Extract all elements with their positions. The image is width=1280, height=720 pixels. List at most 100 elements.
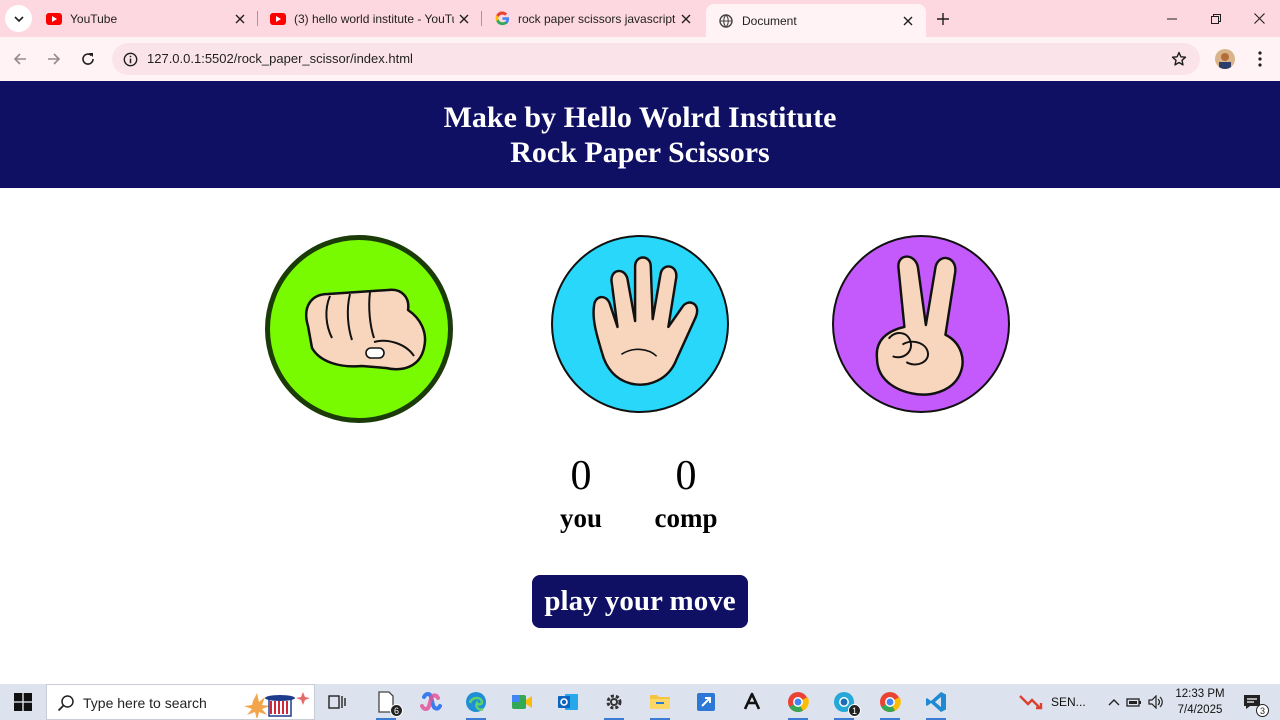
back-button[interactable] (6, 45, 34, 73)
taskbar-chrome[interactable] (876, 688, 904, 720)
taskbar-meet[interactable] (508, 688, 536, 716)
taskbar-outlook[interactable] (554, 688, 582, 716)
start-button[interactable] (0, 684, 45, 720)
taskbar-chrome-profile[interactable] (784, 688, 812, 720)
minimize-icon (1167, 18, 1177, 19)
clock-time: 12:33 PM (1175, 688, 1225, 700)
tray-icons (1105, 684, 1167, 720)
chevron-up-icon[interactable] (1105, 698, 1123, 706)
forward-button[interactable] (40, 45, 68, 73)
comp-score-block: 0 comp (638, 453, 734, 533)
restore-button[interactable] (1194, 0, 1238, 37)
search-highlight-graphic (244, 692, 310, 718)
taskbar-search-box[interactable]: Type here to search (46, 684, 315, 720)
chrome-icon (788, 692, 809, 713)
open-hand-icon (592, 256, 699, 386)
taskbar-app-blue[interactable] (692, 688, 720, 716)
search-icon (57, 695, 74, 712)
stock-chart-icon (1019, 695, 1043, 710)
kebab-menu-icon (1258, 51, 1262, 67)
text-app-icon (743, 692, 761, 710)
user-score: 0 (570, 453, 592, 499)
battery-icon[interactable] (1123, 696, 1145, 708)
weather-text: SEN... (1051, 695, 1086, 709)
reload-icon (82, 53, 94, 65)
globe-icon (718, 13, 734, 29)
taskbar-badge: 6 (390, 704, 403, 717)
url-text[interactable]: 127.0.0.1:5502/rock_paper_scissor/index.… (147, 51, 413, 66)
folder-icon (650, 695, 670, 709)
tab-hello-world-institute[interactable]: (3) hello world institute - YouTu (258, 0, 482, 37)
rock-choice[interactable] (265, 235, 453, 423)
tab-title: Document (742, 13, 797, 28)
profile-avatar[interactable] (1215, 49, 1235, 69)
user-score-label: you (559, 503, 603, 533)
close-icon (1253, 13, 1265, 24)
close-tab-icon[interactable] (898, 11, 918, 31)
comp-score-label: comp (654, 503, 718, 533)
page-title: Rock Paper Scissors (510, 136, 770, 169)
scissors-choice[interactable] (832, 235, 1010, 413)
taskbar-file-app[interactable]: 6 (372, 688, 403, 720)
arrow-right-icon (48, 53, 61, 65)
taskbar-settings[interactable] (600, 688, 628, 720)
page-content: Make by Hello Wolrd Institute Rock Paper… (0, 81, 1280, 684)
taskbar-chrome-window[interactable]: 1 (830, 688, 861, 720)
tab-youtube[interactable]: YouTube (34, 0, 258, 37)
youtube-icon (270, 11, 286, 27)
tab-google-search[interactable]: rock paper scissors javascript - (482, 0, 704, 37)
clock-date: 7/4/2025 (1177, 704, 1223, 716)
fist-icon (305, 288, 427, 371)
tab-title: (3) hello world institute - YouTu (294, 11, 454, 26)
user-score-block: 0 you (548, 453, 614, 533)
chevron-down-icon (13, 15, 24, 22)
browser-menu-button[interactable] (1250, 49, 1270, 69)
paper-choice[interactable] (551, 235, 729, 413)
taskbar-edge[interactable] (462, 688, 490, 720)
outlook-icon (558, 694, 578, 710)
gear-icon (606, 694, 622, 710)
game-message: play your move (532, 575, 748, 628)
tab-title: rock paper scissors javascript - (518, 11, 676, 26)
site-info-icon[interactable] (121, 50, 139, 68)
restore-icon (1211, 13, 1221, 24)
close-tab-icon[interactable] (230, 9, 250, 29)
task-view-icon (328, 695, 346, 709)
tab-search-button[interactable] (5, 5, 32, 32)
close-window-button[interactable] (1237, 0, 1280, 37)
new-tab-button[interactable] (932, 8, 954, 30)
windows-taskbar: Type here to search 6 1 SEN... 12:33 PM … (0, 684, 1280, 720)
app-icon (697, 693, 715, 711)
taskbar-app-text[interactable] (738, 688, 766, 716)
peace-sign-hand-icon (875, 255, 964, 396)
weather-widget[interactable]: SEN... (1018, 684, 1086, 720)
task-view-button[interactable] (323, 688, 351, 716)
reload-button[interactable] (74, 45, 102, 73)
edge-icon (466, 692, 486, 712)
minimize-button[interactable] (1150, 0, 1194, 37)
arrow-left-icon (13, 53, 26, 65)
comp-score: 0 (675, 453, 697, 499)
bookmark-star-icon[interactable] (1170, 50, 1188, 68)
speaker-icon[interactable] (1145, 695, 1167, 709)
notification-center-button[interactable]: 3 (1238, 688, 1269, 717)
windows-logo-icon (13, 693, 32, 711)
youtube-icon (46, 11, 62, 27)
address-bar[interactable]: 127.0.0.1:5502/rock_paper_scissor/index.… (112, 43, 1200, 75)
chrome-icon (880, 692, 901, 713)
plus-icon (937, 13, 949, 25)
tab-document[interactable]: Document (706, 4, 926, 37)
copilot-icon (420, 692, 442, 711)
taskbar-file-explorer[interactable] (646, 688, 674, 720)
notification-count: 3 (1256, 704, 1269, 717)
system-clock[interactable]: 12:33 PM 7/4/2025 (1168, 686, 1232, 718)
close-tab-icon[interactable] (454, 9, 474, 29)
search-placeholder: Type here to search (83, 695, 207, 711)
taskbar-copilot[interactable] (417, 688, 445, 716)
page-header: Make by Hello Wolrd Institute Rock Paper… (0, 81, 1280, 188)
header-credit: Make by Hello Wolrd Institute (443, 101, 837, 134)
taskbar-vscode[interactable] (922, 688, 950, 720)
vscode-icon (926, 692, 946, 712)
google-icon (494, 11, 510, 27)
close-tab-icon[interactable] (676, 9, 696, 29)
